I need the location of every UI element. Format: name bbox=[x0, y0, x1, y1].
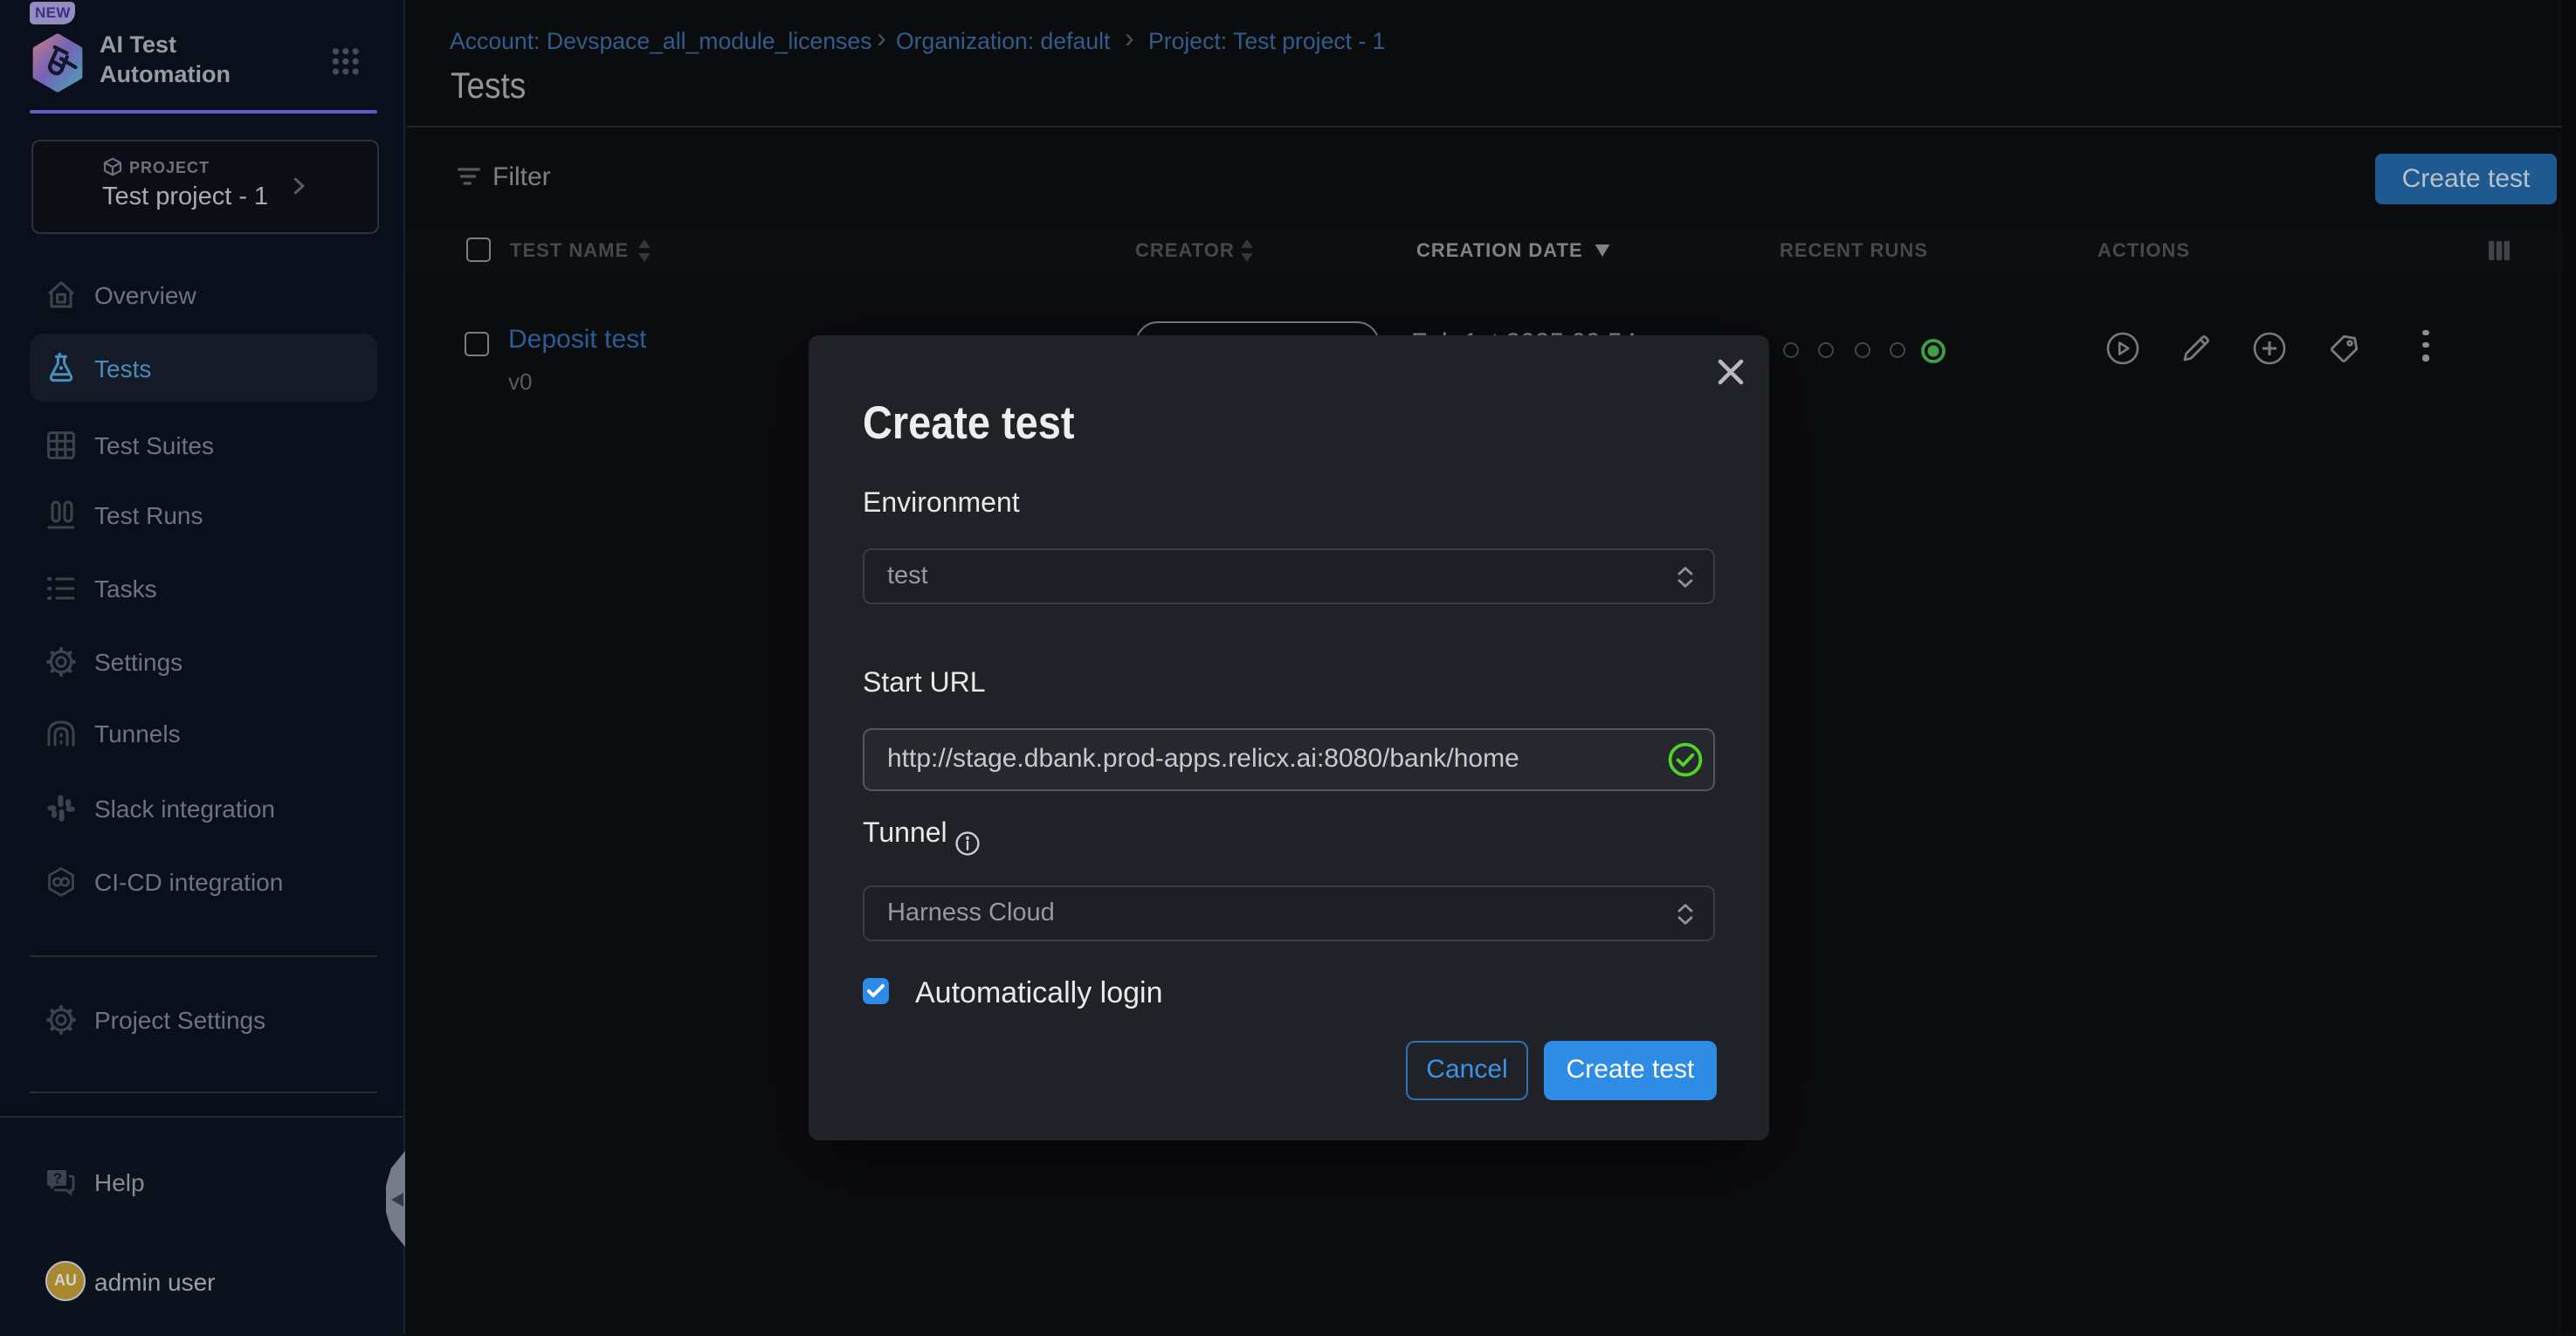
svg-text:?: ? bbox=[53, 1170, 62, 1187]
